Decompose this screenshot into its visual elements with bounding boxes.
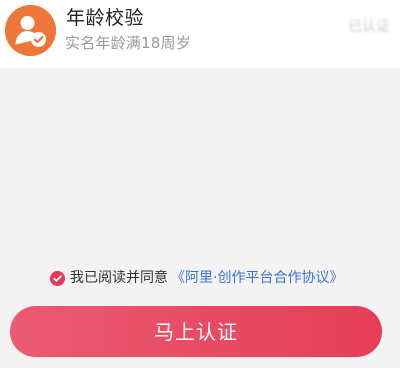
agreement-text: 我已阅读并同意 — [70, 270, 168, 286]
verify-now-button-label: 马上认证 — [154, 319, 238, 344]
age-verification-card: 年龄校验 实名年龄满18周岁 已认证 — [0, 0, 400, 68]
page-subtitle: 实名年龄满18周岁 — [65, 34, 191, 52]
verify-now-button[interactable]: 马上认证 — [10, 306, 382, 357]
status-text: 已认证 — [348, 19, 390, 35]
checkmark-icon[interactable] — [50, 270, 65, 286]
agreement-row[interactable]: 我已阅读并同意 《阿里·创作平台合作协议》 — [50, 266, 343, 290]
agreement-link[interactable]: 《阿里·创作平台合作协议》 — [171, 269, 343, 287]
user-verified-icon — [5, 5, 56, 56]
page-title: 年龄校验 — [66, 7, 145, 29]
